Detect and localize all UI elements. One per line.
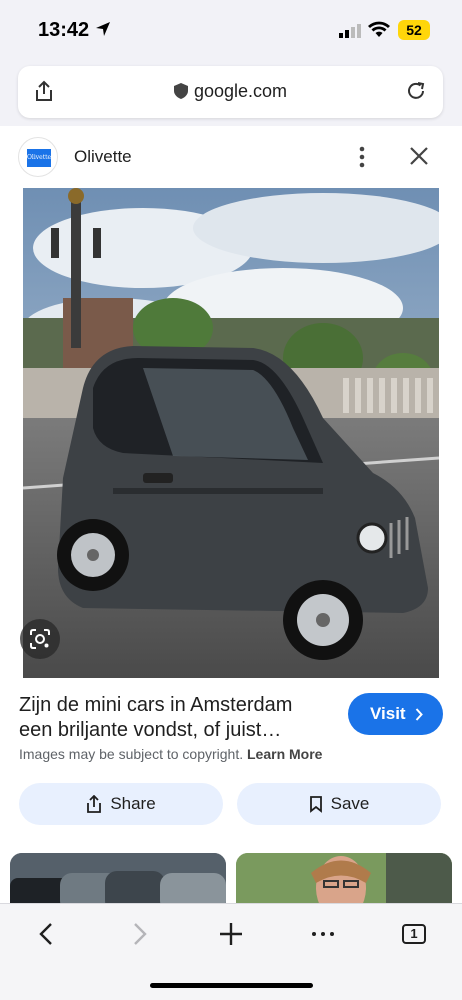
source-favicon[interactable]: Olivette — [18, 137, 58, 177]
location-arrow-icon — [96, 22, 110, 36]
learn-more-link[interactable]: Learn More — [247, 746, 322, 762]
visit-button[interactable]: Visit — [348, 693, 443, 735]
battery-level: 52 — [398, 20, 430, 40]
url-display[interactable]: google.com — [18, 81, 443, 102]
status-bar: 13:42 52 — [0, 0, 462, 60]
back-icon[interactable] — [38, 922, 54, 946]
google-lens-button[interactable] — [20, 619, 60, 659]
source-name[interactable]: Olivette — [74, 147, 132, 167]
favicon-logo: Olivette — [27, 149, 51, 167]
home-indicator[interactable] — [150, 983, 313, 988]
wifi-icon — [368, 21, 390, 37]
lens-icon — [30, 629, 50, 649]
visit-label: Visit — [370, 704, 406, 723]
address-bar[interactable]: google.com — [18, 66, 443, 118]
share-label: Share — [110, 794, 156, 813]
source-header: Olivette Olivette — [0, 126, 462, 188]
lock-shield-icon — [173, 83, 188, 99]
status-time: 13:42 — [38, 19, 90, 41]
mini-car-photo — [23, 188, 439, 678]
more-menu-icon[interactable] — [311, 922, 335, 946]
share-icon — [87, 794, 102, 813]
reload-icon[interactable] — [405, 80, 427, 102]
close-icon[interactable] — [408, 145, 430, 167]
tab-switcher-button[interactable]: 1 — [402, 924, 426, 944]
new-tab-icon[interactable] — [219, 922, 243, 946]
result-image[interactable] — [23, 188, 439, 678]
bookmark-icon — [309, 796, 322, 813]
forward-icon[interactable] — [132, 922, 148, 946]
chevron-right-icon — [415, 708, 423, 721]
copyright-notice: Images may be subject to copyright. Lear… — [19, 746, 322, 762]
copyright-text: Images may be subject to copyright. — [19, 746, 244, 762]
save-button[interactable]: Save — [237, 783, 441, 825]
browser-address-area: google.com — [0, 60, 462, 126]
result-title-line2: een briljante vondst, of juist… — [19, 719, 282, 741]
more-options-icon[interactable] — [354, 145, 370, 169]
result-title-line1: Zijn de mini cars in Amsterdam — [19, 694, 293, 716]
save-label: Save — [330, 794, 370, 813]
cellular-signal-icon — [339, 24, 361, 38]
share-button[interactable]: Share — [19, 783, 223, 825]
url-domain: google.com — [193, 81, 288, 101]
result-title[interactable]: Zijn de mini cars in Amsterdam een brilj… — [19, 693, 319, 743]
